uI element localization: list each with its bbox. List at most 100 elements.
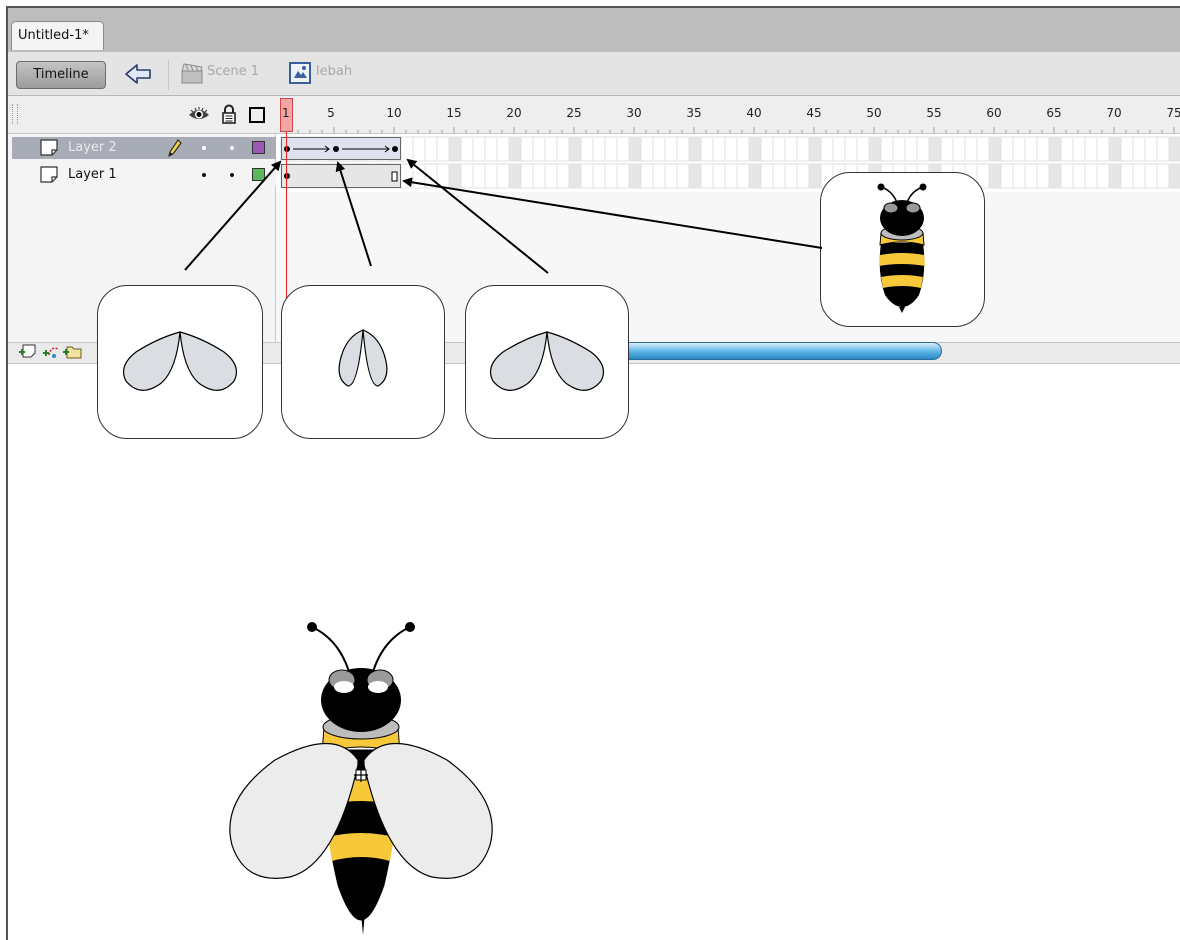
back-arrow-icon[interactable] xyxy=(120,58,156,90)
ruler-label: 55 xyxy=(926,106,942,120)
ruler-label: 60 xyxy=(986,106,1002,120)
add-motion-guide-icon[interactable] xyxy=(42,343,60,359)
eye-icon[interactable] xyxy=(188,105,210,123)
frame-cell xyxy=(1048,163,1062,189)
frame-cell xyxy=(1156,163,1170,189)
ruler-label: 65 xyxy=(1046,106,1062,120)
panel-grip[interactable] xyxy=(12,104,18,124)
frame-cell xyxy=(460,136,474,162)
ruler-label: 75 xyxy=(1166,106,1180,120)
horizontal-scrollbar[interactable] xyxy=(600,342,942,360)
frame-cell xyxy=(448,136,462,162)
stage[interactable] xyxy=(8,364,1180,940)
frame-cell xyxy=(796,163,810,189)
frames-grid[interactable] xyxy=(276,134,1180,192)
frame-cell xyxy=(772,136,786,162)
frame-cell xyxy=(1084,163,1098,189)
frame-cell xyxy=(1132,163,1146,189)
frame-cell xyxy=(784,136,798,162)
frame-cell xyxy=(964,136,978,162)
frame-cell xyxy=(1060,136,1074,162)
frame-cell xyxy=(652,163,666,189)
frame-cell xyxy=(868,136,882,162)
visibility-dot[interactable] xyxy=(202,173,206,177)
keyframe-dot xyxy=(333,146,339,152)
frame-cell xyxy=(832,136,846,162)
tween-arrow xyxy=(293,145,330,153)
frame-cell xyxy=(748,163,762,189)
tween-arrow xyxy=(342,145,390,153)
frame-cell xyxy=(664,136,678,162)
frame-cell xyxy=(1096,136,1110,162)
keyframe-dot xyxy=(392,146,398,152)
symbol-breadcrumb[interactable]: lebah xyxy=(316,64,352,79)
keyframe-dot xyxy=(284,173,290,179)
frame-cell xyxy=(1012,136,1026,162)
frame-cell xyxy=(1024,136,1038,162)
frame-cell xyxy=(736,163,750,189)
ruler-label: 15 xyxy=(446,106,462,120)
frame-cell xyxy=(748,136,762,162)
frame-cell xyxy=(592,136,606,162)
layer-name: Layer 2 xyxy=(68,140,117,155)
frame-cell xyxy=(1168,136,1180,162)
add-layer-icon[interactable] xyxy=(18,343,38,359)
frame-cell xyxy=(580,163,594,189)
outline-icon[interactable] xyxy=(249,107,265,123)
add-folder-icon[interactable] xyxy=(62,343,82,359)
frame-cell xyxy=(856,136,870,162)
ruler-label: 25 xyxy=(566,106,582,120)
frame-cell xyxy=(556,163,570,189)
antenna xyxy=(311,626,351,676)
frame-cell xyxy=(592,163,606,189)
frame-cell xyxy=(532,163,546,189)
frame-cell xyxy=(1012,163,1026,189)
frame-cell xyxy=(652,136,666,162)
current-frame-number: 1 xyxy=(282,106,290,120)
frame-cell xyxy=(1156,136,1170,162)
bee-symbol[interactable] xyxy=(220,615,510,940)
frame-cell xyxy=(568,136,582,162)
visibility-dot[interactable] xyxy=(202,146,206,150)
frame-cell xyxy=(472,136,486,162)
frame-cell xyxy=(616,163,630,189)
document-tab[interactable]: Untitled-1* xyxy=(11,21,104,50)
frame-cell xyxy=(1108,163,1122,189)
layer-row-2[interactable]: Layer 2 xyxy=(12,137,276,159)
frame-cell xyxy=(844,136,858,162)
lock-icon[interactable] xyxy=(221,104,237,124)
layer-row-1[interactable]: Layer 1 xyxy=(12,164,276,186)
scene-icon xyxy=(180,62,204,84)
frame-cell xyxy=(628,136,642,162)
frame-cell xyxy=(784,163,798,189)
frame-cell xyxy=(1048,136,1062,162)
ruler-label: 30 xyxy=(626,106,642,120)
timeline-button[interactable]: Timeline xyxy=(16,61,106,89)
frame-cell xyxy=(676,136,690,162)
frame-cell xyxy=(640,163,654,189)
lock-dot[interactable] xyxy=(230,173,234,177)
frame-cell xyxy=(556,136,570,162)
frame-cell xyxy=(484,136,498,162)
frame-cell xyxy=(544,163,558,189)
frame-cell xyxy=(1108,136,1122,162)
ruler-label: 10 xyxy=(386,106,402,120)
layer-color-swatch[interactable] xyxy=(252,141,265,154)
frame-cell xyxy=(1024,163,1038,189)
frame-cell xyxy=(688,163,702,189)
frame-cell xyxy=(1072,163,1086,189)
layer-color-swatch[interactable] xyxy=(252,168,265,181)
ruler-label: 70 xyxy=(1106,106,1122,120)
bee-body-callout xyxy=(820,172,985,327)
frame-cell xyxy=(664,163,678,189)
frame-cell xyxy=(820,136,834,162)
frame-cell xyxy=(616,136,630,162)
frame-cell xyxy=(1120,136,1134,162)
antenna-tip xyxy=(307,622,317,632)
lock-dot[interactable] xyxy=(230,146,234,150)
frame-cell xyxy=(412,136,426,162)
frame-cell xyxy=(544,136,558,162)
end-frame-marker xyxy=(391,171,398,182)
scene-breadcrumb[interactable]: Scene 1 xyxy=(207,64,259,79)
bee-eye-highlight xyxy=(368,681,388,693)
